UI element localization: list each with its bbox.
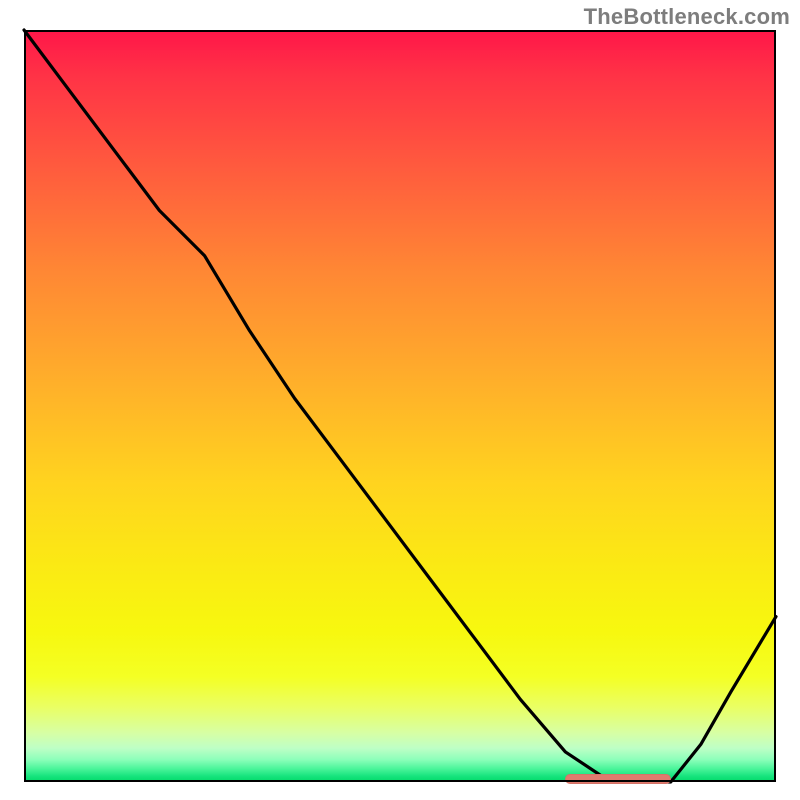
bottleneck-curve-line [24,30,776,782]
plot-area [24,30,776,782]
chart-container: TheBottleneck.com [0,0,800,800]
optimal-range-marker [565,774,670,784]
watermark-text: TheBottleneck.com [584,4,790,30]
curve-svg [24,30,776,782]
